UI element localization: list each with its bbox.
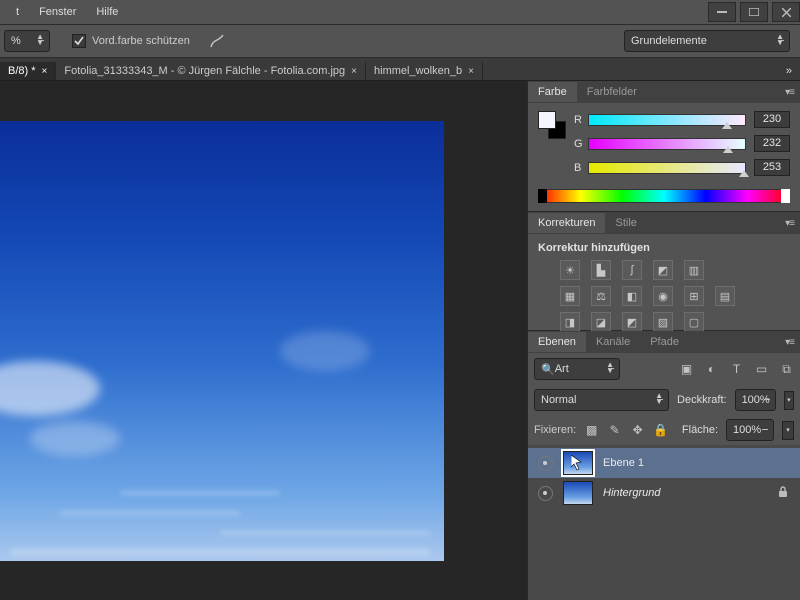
lut-icon[interactable]: ▤ [715,286,735,306]
lock-fill-row: Fixieren: ▩ ✎ ✥ 🔒 Fläche: 100% ▾ [528,415,800,445]
slider-r[interactable] [588,114,746,126]
filter-type-icon[interactable]: T [729,362,744,377]
tab-swatches[interactable]: Farbfelder [577,82,647,102]
hue-icon[interactable]: ▦ [560,286,580,306]
blend-opacity-row: Normal▲▼ Deckkraft: 100% ▾ [528,385,800,415]
channel-mixer-icon[interactable]: ⊞ [684,286,704,306]
visibility-icon[interactable] [538,456,553,471]
selective-color-icon[interactable]: ▢ [684,312,704,332]
balance-icon[interactable]: ⚖ [591,286,611,306]
panel-menu-icon[interactable]: ▾≡ [785,218,794,229]
levels-icon[interactable]: ▙ [591,260,611,280]
tab-adjustments[interactable]: Korrekturen [528,213,605,233]
visibility-icon[interactable] [538,486,553,501]
threshold-icon[interactable]: ◩ [622,312,642,332]
document-tab[interactable]: Fotolia_31333343_M - © Jürgen Fälchle - … [56,62,366,80]
layer-list: Ebene 1 Hintergrund [528,445,800,600]
exposure-icon[interactable]: ◩ [653,260,673,280]
opacity-value[interactable]: 100% [735,389,776,411]
curves-icon[interactable]: ∫ [622,260,642,280]
channel-label-g: G [574,138,588,150]
color-panel: Farbe Farbfelder ▾≡ R 230 G [528,81,800,212]
percent-select[interactable]: %▲▼ [4,30,50,52]
lock-icon [778,486,790,501]
lock-pixels-icon[interactable]: ✎ [607,423,622,438]
opacity-scrub-icon[interactable]: ▾ [784,391,794,410]
panel-menu-icon[interactable]: ▾≡ [785,87,794,98]
document-tab[interactable]: B/8) *× [0,62,56,80]
protect-fg-label: Vord.farbe schützen [92,35,190,47]
menu-item-help[interactable]: Hilfe [86,3,128,21]
tab-color[interactable]: Farbe [528,82,577,102]
value-r[interactable]: 230 [754,111,790,128]
photo-filter-icon[interactable]: ◉ [653,286,673,306]
menu-bar: t Fenster Hilfe [0,0,800,24]
value-g[interactable]: 232 [754,135,790,152]
lock-position-icon[interactable]: ✥ [630,423,645,438]
opacity-label: Deckkraft: [677,394,727,406]
channel-label-r: R [574,114,588,126]
brush-icon[interactable] [208,32,226,50]
protect-fg-checkbox[interactable] [72,34,86,48]
slider-b[interactable] [588,162,746,174]
close-tab-icon[interactable]: × [42,66,48,77]
canvas-area [0,81,527,600]
tab-paths[interactable]: Pfade [640,332,689,352]
invert-icon[interactable]: ◨ [560,312,580,332]
fill-scrub-icon[interactable]: ▾ [782,421,794,440]
layer-thumbnail[interactable] [563,451,593,475]
tabs-overflow-button[interactable]: » [778,62,800,80]
layer-thumbnail[interactable] [563,481,593,505]
blend-mode-select[interactable]: Normal▲▼ [534,389,669,411]
adjustments-panel: Korrekturen Stile ▾≡ Korrektur hinzufüge… [528,212,800,331]
brightness-icon[interactable]: ☀ [560,260,580,280]
gradient-map-icon[interactable]: ▨ [653,312,673,332]
adjustments-heading: Korrektur hinzufügen [538,242,790,254]
close-button[interactable] [772,2,800,22]
tab-layers[interactable]: Ebenen [528,332,586,352]
layer-row[interactable]: Ebene 1 [528,448,800,478]
close-tab-icon[interactable]: × [351,66,357,77]
menu-item-window[interactable]: Fenster [29,3,86,21]
lock-transparency-icon[interactable]: ▩ [584,423,599,438]
filter-adjust-icon[interactable]: ◐ [704,362,719,377]
lock-all-icon[interactable]: 🔒 [653,423,668,438]
slider-g[interactable] [588,138,746,150]
tab-styles[interactable]: Stile [605,213,646,233]
spectrum-ramp[interactable] [538,189,790,203]
workspace-select[interactable]: Grundelemente▲▼ [624,30,790,52]
panel-column: Farbe Farbfelder ▾≡ R 230 G [527,81,800,600]
foreground-swatch[interactable] [538,111,556,129]
filter-smart-icon[interactable]: ⧉ [779,362,794,377]
panel-menu-icon[interactable]: ▾≡ [785,337,794,348]
channel-label-b: B [574,162,588,174]
bw-icon[interactable]: ◧ [622,286,642,306]
window-controls [704,2,800,22]
filter-shape-icon[interactable]: ▭ [754,362,769,377]
fill-value[interactable]: 100% [726,419,774,441]
minimize-button[interactable] [708,2,736,22]
layer-name[interactable]: Hintergrund [603,487,660,499]
document-tab[interactable]: himmel_wolken_b× [366,62,483,80]
layers-panel: Ebenen Kanäle Pfade ▾≡ 🔍 Art▲▼ ▣ ◐ T ▭ ⧉… [528,331,800,600]
layer-name[interactable]: Ebene 1 [603,457,644,469]
fill-label: Fläche: [682,424,718,436]
layer-row[interactable]: Hintergrund [528,478,800,508]
fg-bg-swatches[interactable] [538,111,566,139]
document-tabs: B/8) *× Fotolia_31333343_M - © Jürgen Fä… [0,58,800,81]
tab-channels[interactable]: Kanäle [586,332,640,352]
vibrance-icon[interactable]: ▥ [684,260,704,280]
close-tab-icon[interactable]: × [468,66,474,77]
maximize-button[interactable] [740,2,768,22]
lock-label: Fixieren: [534,424,576,436]
posterize-icon[interactable]: ◪ [591,312,611,332]
menu-item[interactable]: t [6,3,29,21]
options-bar: %▲▼ Vord.farbe schützen Grundelemente▲▼ [0,24,800,58]
layer-filter-bar: 🔍 Art▲▼ ▣ ◐ T ▭ ⧉ [528,353,800,385]
layer-kind-select[interactable]: 🔍 Art▲▼ [534,358,620,380]
document-canvas[interactable] [0,121,444,561]
filter-pixel-icon[interactable]: ▣ [679,362,694,377]
value-b[interactable]: 253 [754,159,790,176]
